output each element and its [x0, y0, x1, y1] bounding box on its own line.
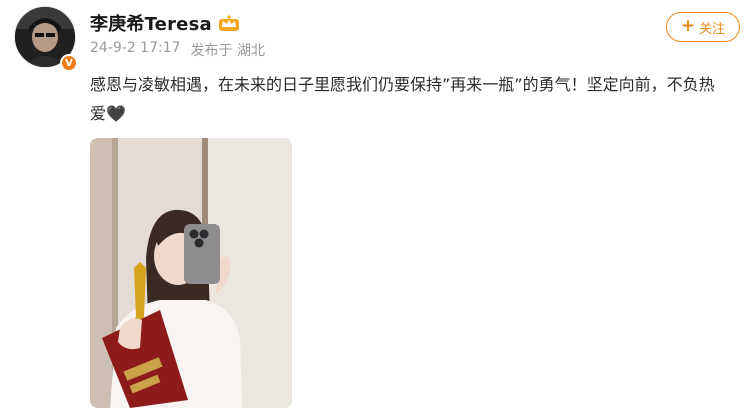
plus-icon: +	[680, 16, 696, 36]
selfie-photo	[90, 138, 292, 408]
crown-icon[interactable]	[218, 14, 240, 32]
follow-button[interactable]: + 关注	[666, 12, 740, 42]
post-meta: 24-9-2 17:17 发布于 湖北	[90, 40, 265, 60]
follow-button-label: 关注	[699, 21, 726, 37]
weibo-post: V 李庚希Teresa 24-9-2 17:17 发布于 湖北 + 关注 感恩与…	[0, 0, 748, 414]
verified-v-icon: V	[60, 54, 78, 72]
post-header: 李庚希Teresa 24-9-2 17:17 发布于 湖北 + 关注	[90, 8, 748, 64]
username[interactable]: 李庚希Teresa	[90, 10, 212, 36]
avatar-container[interactable]: V	[14, 6, 78, 72]
name-row: 李庚希Teresa	[90, 10, 240, 36]
post-location: 发布于 湖北	[190, 43, 265, 59]
post-timestamp[interactable]: 24-9-2 17:17	[90, 40, 181, 60]
post-text: 感恩与凌敏相遇，在未来的日子里愿我们仍要保持”再来一瓶”的勇气！坚定向前，不负热…	[90, 75, 715, 123]
post-photo[interactable]	[90, 138, 292, 408]
